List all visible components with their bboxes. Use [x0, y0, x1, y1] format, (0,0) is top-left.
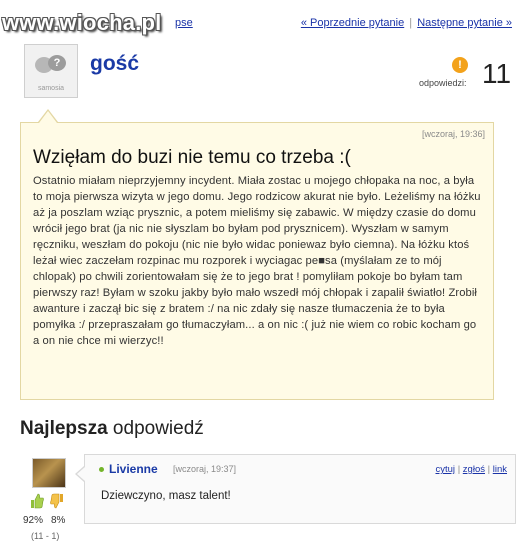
next-question-link[interactable]: Następne pytanie » — [417, 17, 512, 29]
question-box: [wczoraj, 19:36] Wzięłam do buzi nie tem… — [20, 122, 494, 400]
question-box-pointer-fill — [39, 111, 57, 123]
vote-up-percent: 92% — [23, 515, 44, 526]
question-body: Ostatnio miałam nieprzyjemny incydent. M… — [33, 175, 481, 347]
answers-label: odpowiedzi: — [419, 78, 467, 88]
answer-box: Livienne [wczoraj, 19:37] cytuj | zgłoś … — [84, 454, 516, 524]
site-watermark: www.wiocha.pl — [2, 10, 162, 35]
action-separator: | — [487, 464, 491, 475]
answer-author[interactable]: Livienne — [109, 462, 158, 476]
question-author[interactable]: gość — [90, 52, 139, 76]
truncated-link[interactable]: pse — [175, 17, 193, 29]
avatar-caption: samosia — [37, 85, 65, 92]
nav-separator: | — [409, 17, 413, 29]
author-avatar[interactable]: ? samosia — [24, 44, 78, 98]
answer-text: Dziewczyno, masz talent! — [101, 490, 231, 502]
best-answer-heading-bold: Najlepsza — [20, 418, 108, 439]
permalink-link[interactable]: link — [493, 464, 507, 475]
question-mark-icon: ? — [48, 55, 66, 71]
question-title: Wzięłam do buzi nie temu co trzeba :( — [33, 147, 351, 168]
question-timestamp: [wczoraj, 19:36] — [421, 129, 485, 139]
answer-actions: cytuj | zgłoś | link — [436, 464, 508, 475]
action-separator: | — [457, 464, 461, 475]
prev-question-link[interactable]: « Poprzednie pytanie — [301, 17, 404, 29]
answer-avatar[interactable] — [32, 458, 66, 488]
thumbs-down-icon[interactable] — [50, 493, 64, 509]
question-nav: « Poprzednie pytanie | Następne pytanie … — [301, 17, 512, 29]
online-status-icon — [99, 467, 104, 472]
best-answer-heading: Najlepsza odpowiedź — [20, 418, 204, 440]
quote-link[interactable]: cytuj — [436, 464, 456, 475]
answers-badge-icon: ! — [452, 57, 468, 73]
vote-down-percent: 8% — [51, 515, 66, 526]
answers-count: 11 — [482, 58, 512, 89]
report-link[interactable]: zgłoś — [463, 464, 485, 475]
answer-box-pointer-fill — [77, 467, 85, 481]
vote-totals: (11 - 1) — [31, 531, 60, 541]
best-answer-heading-rest: odpowiedź — [107, 418, 204, 439]
answer-timestamp: [wczoraj, 19:37] — [173, 464, 237, 474]
thumbs-up-icon[interactable] — [30, 493, 44, 509]
